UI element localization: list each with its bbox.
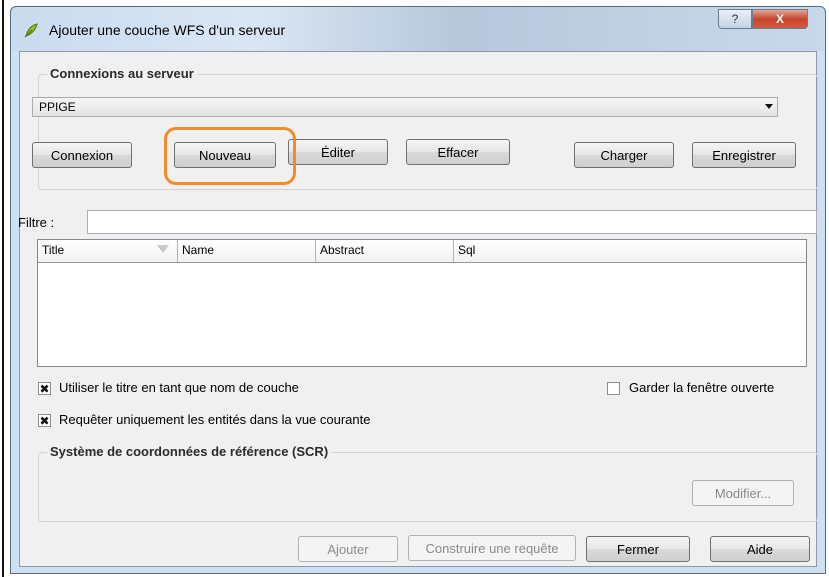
new-connection-button[interactable]: Nouveau [174, 142, 276, 168]
save-connections-button[interactable]: Enregistrer [692, 142, 796, 168]
use-title-checkbox[interactable]: ✖ [38, 382, 51, 395]
connection-select[interactable]: PPIGE [32, 97, 778, 117]
load-connections-button[interactable]: Charger [574, 142, 674, 168]
column-header-sql[interactable]: Sql [454, 240, 806, 262]
sort-triangle-icon [157, 245, 169, 253]
help-label: ? [731, 12, 739, 26]
table-header: Title Name Abstract Sql [38, 240, 806, 263]
window-title: Ajouter une couche WFS d'un serveur [49, 22, 286, 38]
dialog-client-area: Connexions au serveur PPIGE Connexion No… [18, 51, 818, 567]
close-dialog-button[interactable]: Fermer [586, 536, 690, 562]
server-connections-title: Connexions au serveur [47, 66, 197, 81]
connect-button[interactable]: Connexion [32, 142, 132, 168]
delete-connection-button-label: Effacer [437, 144, 479, 160]
column-header-abstract[interactable]: Abstract [316, 240, 454, 262]
delete-connection-button[interactable]: Effacer [406, 139, 510, 165]
left-edge-line [2, 0, 4, 577]
edit-connection-button[interactable]: Éditer [288, 139, 388, 165]
current-view-label: Requêter uniquement les entités dans la … [59, 412, 371, 427]
column-header-title[interactable]: Title [38, 240, 178, 262]
help-window-button[interactable]: ? [718, 9, 752, 29]
load-connections-button-label: Charger [600, 147, 648, 163]
help-dialog-button[interactable]: Aide [710, 536, 810, 562]
current-view-checkbox[interactable]: ✖ [38, 414, 51, 427]
qgis-leaf-icon [24, 23, 38, 38]
modify-crs-button-label: Modifier... [714, 485, 772, 501]
use-title-label: Utiliser le titre en tant que nom de cou… [59, 380, 299, 395]
connection-select-value: PPIGE [39, 100, 76, 114]
close-window-button[interactable]: X [752, 9, 808, 29]
modify-crs-button[interactable]: Modifier... [692, 480, 794, 506]
crs-group-title: Système de coordonnées de référence (SCR… [47, 444, 332, 459]
keep-open-checkbox[interactable] [607, 382, 620, 395]
save-connections-button-label: Enregistrer [712, 147, 776, 163]
wfs-dialog-window: Ajouter une couche WFS d'un serveur ? X … [10, 6, 826, 574]
build-query-button-label: Construire une requête [425, 540, 559, 556]
edit-connection-button-label: Éditer [321, 144, 355, 160]
chevron-down-icon [765, 104, 773, 109]
title-bar[interactable]: Ajouter une couche WFS d'un serveur ? X [11, 7, 825, 51]
server-connections-group: Connexions au serveur [38, 66, 818, 190]
filter-label: Filtre : [18, 215, 55, 230]
connect-button-label: Connexion [50, 147, 114, 163]
close-dialog-button-label: Fermer [617, 541, 659, 557]
column-header-name[interactable]: Name [178, 240, 316, 262]
build-query-button[interactable]: Construire une requête [408, 535, 576, 561]
layers-table[interactable]: Title Name Abstract Sql [37, 239, 807, 367]
keep-open-label: Garder la fenêtre ouverte [629, 380, 775, 395]
filter-input[interactable] [87, 210, 817, 234]
close-label: X [775, 12, 784, 26]
help-dialog-button-label: Aide [746, 541, 774, 557]
new-connection-button-label: Nouveau [198, 147, 252, 163]
add-layer-button-label: Ajouter [327, 541, 369, 557]
add-layer-button[interactable]: Ajouter [298, 536, 398, 562]
